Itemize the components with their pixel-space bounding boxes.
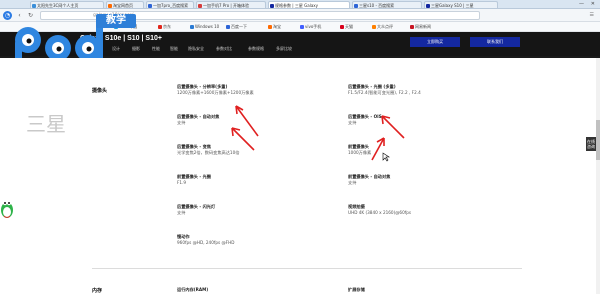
bookmark-label: Windows 10 [195,24,220,29]
bookmark-favicon-icon [410,25,414,29]
spec-value: 1200万像素+1600万像素+1200万像素 [177,90,254,95]
tab-favicon-icon [354,4,358,8]
tab-label: 三星Galaxy S10 | 三星 [431,3,474,8]
site-nav-item[interactable]: 智能 [170,46,178,52]
browser-menu-icon[interactable]: ☰ [590,12,594,18]
spec-item: 前置摄像头 - 自动对焦 支持 [348,174,468,186]
tab-favicon-icon [198,4,202,8]
watermark-text: 三星 [26,112,66,136]
bookmark-favicon-icon [190,25,194,29]
camera-section-title: 摄像头 [92,88,108,94]
bookmark-favicon-icon [158,25,162,29]
browser-tab[interactable]: 规格参数 | 三星 Galaxy [268,1,350,8]
tab-label: 太阳先生3C网个人主页 [37,3,79,8]
bookmark-item[interactable]: 网易新闻 [410,24,431,30]
browser-tab[interactable]: 太阳先生3C网个人主页 [30,1,104,8]
minimize-icon[interactable]: — [579,1,584,7]
page-scrollbar[interactable] [596,58,600,294]
bookmark-favicon-icon [268,25,272,29]
spec-value: 支持 [348,180,357,185]
online-consult-tab[interactable]: 在线咨询 [586,137,596,151]
site-nav-item[interactable]: 隐私安全 [188,46,204,52]
spec-content: 三星 摄像头 后置摄像头 - 分辨率(多重) 1200万像素+1600万像素+12… [0,58,600,294]
tab-favicon-icon [108,4,112,8]
bookmark-item[interactable]: 大众点评 [372,24,393,30]
browser-tab[interactable]: 三星s10 - 百度搜索 [352,1,422,8]
scroll-thumb[interactable] [596,120,600,160]
spec-item: 视频拍摄 UHD 4K (3840 x 2160)@60fps [348,204,468,216]
tab-label: 三星s10 - 百度搜索 [359,3,395,8]
memory-section-title: 内存 [92,288,103,294]
site-nav-item[interactable]: 多屏比较 [276,46,292,52]
bookmark-item[interactable]: 淘宝 [268,24,281,30]
browser-tab[interactable]: 淘宝网首页 [106,1,144,8]
bookmark-favicon-icon [226,25,230,29]
bookmark-favicon-icon [372,25,376,29]
browser-tab[interactable]: 三星Galaxy S10 | 三星 [424,1,498,8]
tab-label: 规格参数 | 三星 Galaxy [275,3,319,8]
spec-value: 支持 [177,210,186,215]
spec-item: 后置摄像头 - 光圈 (多重) F1.5/F2.4(智能可变光圈), F2.2 ,… [348,84,468,96]
browser-tab[interactable]: 一加手机7 Pro | 开箱体验 [196,1,266,8]
mascot-icon [1,200,13,218]
bookmark-favicon-icon [340,25,344,29]
spec-label: 运行内存(RAM) [177,287,209,292]
memory-spec-item: 扩展存储 [348,287,468,293]
site-nav-item[interactable]: 性能 [152,46,160,52]
contact-button[interactable]: 联系我们 [470,37,520,47]
bookmark-item[interactable]: 天猫 [340,24,353,30]
tab-label: 淘宝网首页 [113,3,133,8]
bookmark-label: 大众点评 [377,24,393,29]
close-window-icon[interactable]: ✕ [591,1,595,7]
bookmark-item[interactable]: 京东 [158,24,171,30]
tab-favicon-icon [32,4,36,8]
browser-logo-icon[interactable]: ◔ [3,11,12,20]
spec-label: 扩展存储 [348,287,365,292]
site-nav-item[interactable]: 参数对比 [216,46,232,52]
bookmark-label: vivo手机 [305,24,322,29]
memory-spec-item: 运行内存(RAM) [177,287,297,293]
tab-favicon-icon [148,4,152,8]
bookmark-label: 百度一下 [231,24,247,29]
spec-value: F1.9 [177,180,187,185]
site-nav-item[interactable]: 参数规格 [248,46,264,52]
spec-item: 后置摄像头 - 闪光灯 支持 [177,204,297,216]
bookmark-item[interactable]: Windows 10 [190,24,219,30]
browser-tab-bar: 太阳先生3C网个人主页 淘宝网首页 一加7pro_百度搜索 一加手机7 Pro | 开… [0,0,600,9]
bookmark-item[interactable]: vivo手机 [300,24,321,30]
bookmark-label: 网易新闻 [415,24,431,29]
spec-item: 慢动作 960fps @HD, 240fps @FHD [177,234,297,246]
spec-item: 后置摄像头 - 分辨率(多重) 1200万像素+1600万像素+1200万像素 [177,84,297,96]
bookmark-item[interactable]: 百度一下 [226,24,247,30]
tab-favicon-icon [426,4,430,8]
annotation-arrow-icon [231,127,255,151]
logo-badge: 教学 [96,14,136,28]
bookmark-label: 京东 [163,24,171,29]
bookmark-favicon-icon [300,25,304,29]
bookmark-label: 淘宝 [273,24,281,29]
browser-tab[interactable]: 一加7pro_百度搜索 [146,1,194,8]
spec-value: UHD 4K (3840 x 2160)@60fps [348,210,412,215]
tab-label: 一加手机7 Pro | 开箱体验 [203,3,250,8]
spec-value: F1.5/F2.4(智能可变光圈), F2.2 , F2.4 [348,90,421,95]
mouse-cursor-icon [382,152,390,162]
tab-label: 一加7pro_百度搜索 [153,3,189,8]
tab-favicon-icon [270,4,274,8]
spec-value: 960fps @HD, 240fps @FHD [177,240,235,245]
buy-now-button[interactable]: 立即购买 [410,37,460,47]
bookmark-label: 天猫 [345,24,353,29]
section-divider [92,268,522,269]
spec-item: 前置摄像头 - 光圈 F1.9 [177,174,297,186]
